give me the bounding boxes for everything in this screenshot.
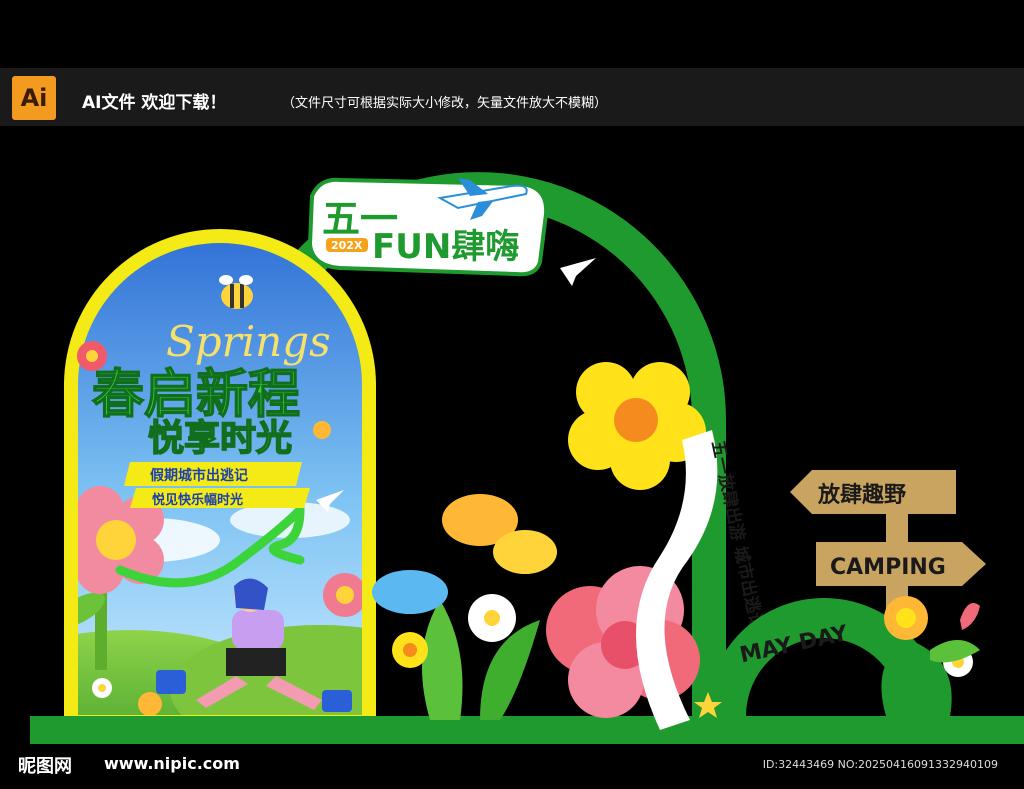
svg-text:假期城市出逃记: 假期城市出逃记 bbox=[150, 467, 248, 484]
svg-text:悦见快乐幅时光: 悦见快乐幅时光 bbox=[152, 492, 243, 508]
poster-banner-1: 假期城市出逃记 bbox=[124, 462, 302, 486]
paper-plane-icon bbox=[560, 258, 596, 286]
signpost-sign-2: CAMPING bbox=[830, 555, 946, 580]
arch-year-badge: 202X bbox=[331, 239, 363, 252]
poster-headline-line1: 春启新程 bbox=[92, 365, 300, 425]
poster-headline-line2: 悦享时光 bbox=[148, 418, 292, 459]
mayday-arch-illustration: 五一 202X FUN肆嗨 Springs 春启新程 悦享时光 假期城市出逃记 … bbox=[30, 172, 1024, 744]
ground-base bbox=[30, 716, 1024, 744]
poster-panel: Springs 春启新程 悦享时光 假期城市出逃记 悦见快乐幅时光 bbox=[64, 229, 376, 716]
small-flower-icon bbox=[313, 421, 331, 439]
poster-script-text: Springs bbox=[166, 317, 331, 366]
flower-cluster-left bbox=[372, 494, 557, 720]
signpost-sign-1: 放肆趣野 bbox=[817, 482, 906, 508]
site-footer: 昵图网 www.nipic.com ID:32443469 NO:2025041… bbox=[0, 744, 1024, 789]
site-logo: 昵图网 bbox=[18, 756, 72, 777]
arch-title-main: FUN肆嗨 bbox=[372, 227, 519, 267]
arch-title-badge: 五一 202X FUN肆嗨 bbox=[307, 177, 549, 277]
image-id: ID:32443469 NO:20250416091332940109 bbox=[762, 758, 998, 771]
yellow-flower-illustration bbox=[568, 362, 706, 490]
poster-banner-2: 悦见快乐幅时光 bbox=[130, 488, 310, 508]
site-url: www.nipic.com bbox=[104, 754, 240, 773]
flower-cluster-right bbox=[881, 596, 980, 716]
